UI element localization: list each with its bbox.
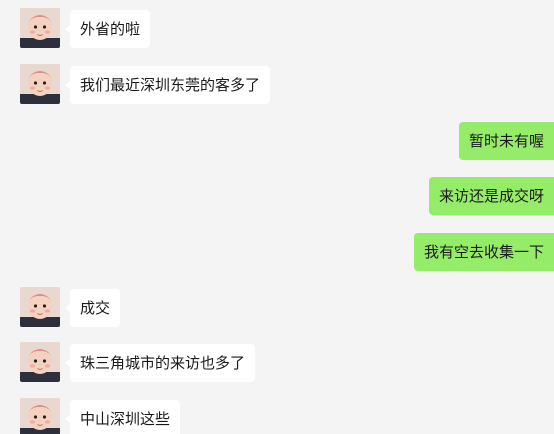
contact-avatar[interactable] [20, 8, 60, 48]
contact-avatar[interactable] [20, 64, 60, 104]
message-bubble[interactable]: 暂时未有喔 [458, 122, 554, 160]
message-row-incoming: 珠三角城市的来访也多了 [0, 342, 554, 382]
message-row-outgoing: 暂时未有喔 [0, 120, 554, 160]
baby-avatar-icon [20, 64, 60, 104]
baby-avatar-icon [20, 398, 60, 434]
contact-avatar[interactable] [20, 398, 60, 434]
baby-avatar-icon [20, 287, 60, 327]
baby-avatar-icon [20, 342, 60, 382]
message-bubble[interactable]: 外省的啦 [64, 10, 151, 48]
message-bubble[interactable]: 中山深圳这些 [64, 400, 181, 434]
message-row-outgoing: 来访还是成交呀 [0, 175, 554, 215]
message-bubble[interactable]: 来访还是成交呀 [428, 177, 554, 215]
chat-message-list[interactable]: 外省的啦 我们最近深圳东莞的客多了 暂时未有喔 来访还是成交呀 我有空去收集一下… [0, 0, 554, 434]
message-row-incoming: 外省的啦 [0, 8, 554, 48]
message-row-incoming: 中山深圳这些 [0, 398, 554, 434]
contact-avatar[interactable] [20, 342, 60, 382]
message-bubble[interactable]: 成交 [64, 289, 121, 327]
message-bubble[interactable]: 我们最近深圳东莞的客多了 [64, 66, 271, 104]
baby-avatar-icon [20, 8, 60, 48]
message-row-incoming: 我们最近深圳东莞的客多了 [0, 64, 554, 104]
message-row-incoming: 成交 [0, 287, 554, 327]
message-bubble[interactable]: 我有空去收集一下 [413, 233, 554, 271]
contact-avatar[interactable] [20, 287, 60, 327]
message-row-outgoing: 我有空去收集一下 [0, 231, 554, 271]
message-bubble[interactable]: 珠三角城市的来访也多了 [64, 344, 256, 382]
